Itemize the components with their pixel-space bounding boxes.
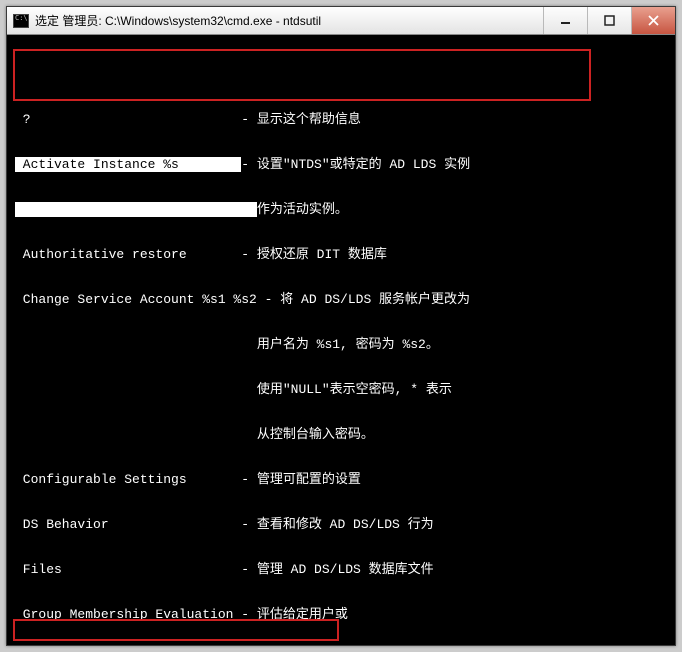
minimize-icon xyxy=(560,15,571,26)
output-line: Files - 管理 AD DS/LDS 数据库文件 xyxy=(15,562,671,577)
output-line: 用户名为 %s1, 密码为 %s2。 xyxy=(15,337,671,352)
window-title: 选定 管理员: C:\Windows\system32\cmd.exe - nt… xyxy=(35,12,321,29)
output-line: Change Service Account %s1 %s2 - 将 AD DS… xyxy=(15,292,671,307)
close-button[interactable] xyxy=(631,7,675,34)
selected-text xyxy=(15,202,257,217)
output-line: 从控制台输入密码。 xyxy=(15,427,671,442)
output-line: Configurable Settings - 管理可配置的设置 xyxy=(15,472,671,487)
titlebar-left: 选定 管理员: C:\Windows\system32\cmd.exe - nt… xyxy=(7,12,321,29)
output-line: DS Behavior - 查看和修改 AD DS/LDS 行为 xyxy=(15,517,671,532)
minimize-button[interactable] xyxy=(543,7,587,34)
output-line: Authoritative restore - 授权还原 DIT 数据库 xyxy=(15,247,671,262)
cmd-window: 选定 管理员: C:\Windows\system32\cmd.exe - nt… xyxy=(6,6,676,646)
titlebar-buttons xyxy=(543,7,675,34)
terminal-area[interactable]: ? - 显示这个帮助信息 Activate Instance %s - 设置"N… xyxy=(7,35,675,645)
highlight-box-2 xyxy=(13,619,339,641)
selected-text: Activate Instance %s xyxy=(15,157,241,172)
cmd-icon xyxy=(13,14,29,28)
output-line: 使用"NULL"表示空密码, * 表示 xyxy=(15,382,671,397)
output-line: Group Membership Evaluation - 评估给定用户或 xyxy=(15,607,671,622)
maximize-button[interactable] xyxy=(587,7,631,34)
maximize-icon xyxy=(604,15,615,26)
highlight-box-1 xyxy=(13,49,591,101)
output-line: 作为活动实例。 xyxy=(15,202,671,217)
titlebar[interactable]: 选定 管理员: C:\Windows\system32\cmd.exe - nt… xyxy=(7,7,675,35)
output-line: ? - 显示这个帮助信息 xyxy=(15,112,671,127)
output-line: Activate Instance %s - 设置"NTDS"或特定的 AD L… xyxy=(15,157,671,172)
close-icon xyxy=(648,15,659,26)
